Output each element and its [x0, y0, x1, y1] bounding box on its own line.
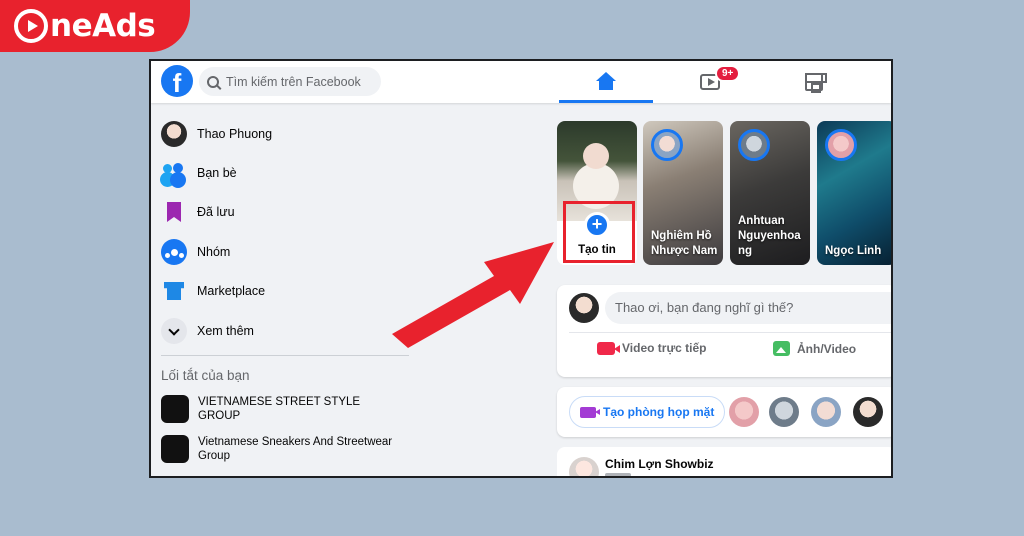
- sidebar-item-groups[interactable]: Nhóm: [161, 237, 230, 267]
- story-card[interactable]: Anhtuan Nguyenhoa ng: [730, 121, 810, 265]
- sidebar-item-friends[interactable]: Bạn bè: [161, 158, 237, 188]
- oneads-logo-text: neAds: [50, 8, 156, 44]
- post-composer: Thao ơi, bạn đang nghĩ gì thế? Video trự…: [557, 285, 891, 377]
- sidebar-item-label: Bạn bè: [197, 166, 237, 180]
- oneads-play-icon: [14, 9, 48, 43]
- search-input[interactable]: [226, 74, 376, 89]
- sidebar-item-marketplace[interactable]: Marketplace: [161, 276, 265, 306]
- live-video-button[interactable]: Video trực tiếp: [597, 341, 707, 355]
- sidebar-item-label: Đã lưu: [197, 205, 235, 219]
- avatar: [569, 293, 599, 323]
- search-icon: [207, 75, 219, 88]
- live-video-label: Video trực tiếp: [622, 341, 707, 355]
- avatar[interactable]: [569, 457, 599, 476]
- facebook-logo[interactable]: f: [161, 65, 193, 97]
- story-avatar: [651, 129, 683, 161]
- avatar[interactable]: [811, 397, 841, 427]
- feed-post: Chim Lợn Showbiz: [557, 447, 891, 476]
- story-name: Anhtuan Nguyenhoa ng: [738, 215, 801, 257]
- shortcuts-heading: Lối tắt của bạn: [161, 368, 250, 383]
- friends-icon: [161, 160, 187, 186]
- story-card[interactable]: Ngọc Linh: [817, 121, 891, 265]
- top-navigation-bar: f 9+: [151, 61, 891, 103]
- group-thumbnail: [161, 435, 189, 463]
- highlight-box: [563, 201, 635, 263]
- create-room-button[interactable]: Tạo phòng họp mặt: [569, 396, 726, 428]
- sidebar-item-see-more[interactable]: Xem thêm: [161, 316, 254, 346]
- avatar[interactable]: [729, 397, 759, 427]
- home-icon: [596, 71, 616, 90]
- photo-video-button[interactable]: Ảnh/Video: [773, 341, 856, 356]
- photo-icon: [773, 341, 790, 356]
- shortcut-item[interactable]: Vietnamese Sneakers And Streetwear Group: [161, 435, 398, 463]
- tab-marketplace[interactable]: [767, 61, 861, 103]
- tab-watch[interactable]: 9+: [663, 61, 757, 103]
- story-name: Nghiêm Hồ Nhược Nam: [651, 230, 718, 257]
- composer-divider: [569, 332, 891, 333]
- chevron-down-icon: [161, 318, 187, 344]
- oneads-logo: neAds: [0, 0, 190, 52]
- live-video-icon: [597, 341, 620, 355]
- sidebar-item-label: Xem thêm: [197, 324, 254, 338]
- rooms-bar: Tạo phòng họp mặt: [557, 387, 891, 437]
- sidebar-item-label: Thao Phuong: [197, 127, 273, 141]
- search-box[interactable]: [199, 67, 381, 96]
- bookmark-icon: [161, 199, 187, 225]
- avatar[interactable]: [769, 397, 799, 427]
- group-thumbnail: [161, 395, 189, 423]
- marketplace-icon: [161, 278, 187, 304]
- sidebar-item-profile[interactable]: Thao Phuong: [161, 119, 272, 149]
- post-meta: [605, 473, 631, 476]
- notification-badge: 9+: [715, 65, 741, 82]
- sidebar-item-label: Marketplace: [197, 284, 266, 298]
- shortcut-label: VIETNAMESE STREET STYLE GROUP: [198, 396, 361, 422]
- story-name: Ngọc Linh: [825, 245, 882, 257]
- groups-icon: [161, 239, 187, 265]
- store-icon: [805, 73, 827, 93]
- red-arrow-annotation: [392, 242, 554, 348]
- shortcut-label: Vietnamese Sneakers And Streetwear Group: [198, 436, 393, 462]
- post-author[interactable]: Chim Lợn Showbiz: [605, 457, 714, 471]
- shortcut-item[interactable]: VIETNAMESE STREET STYLE GROUP: [161, 395, 398, 423]
- avatar[interactable]: [853, 397, 883, 427]
- photo-video-label: Ảnh/Video: [797, 341, 857, 356]
- status-input[interactable]: Thao ơi, bạn đang nghĩ gì thế?: [605, 292, 891, 324]
- sidebar-divider: [161, 355, 409, 356]
- story-avatar: [825, 129, 857, 161]
- tab-home[interactable]: [559, 61, 653, 103]
- video-camera-icon: [580, 406, 600, 418]
- story-card[interactable]: Nghiêm Hồ Nhược Nam: [643, 121, 723, 265]
- sidebar-item-label: Nhóm: [197, 245, 231, 259]
- sidebar-item-saved[interactable]: Đã lưu: [161, 197, 235, 227]
- story-avatar: [738, 129, 770, 161]
- create-room-label: Tạo phòng họp mặt: [603, 405, 715, 419]
- avatar: [161, 121, 187, 147]
